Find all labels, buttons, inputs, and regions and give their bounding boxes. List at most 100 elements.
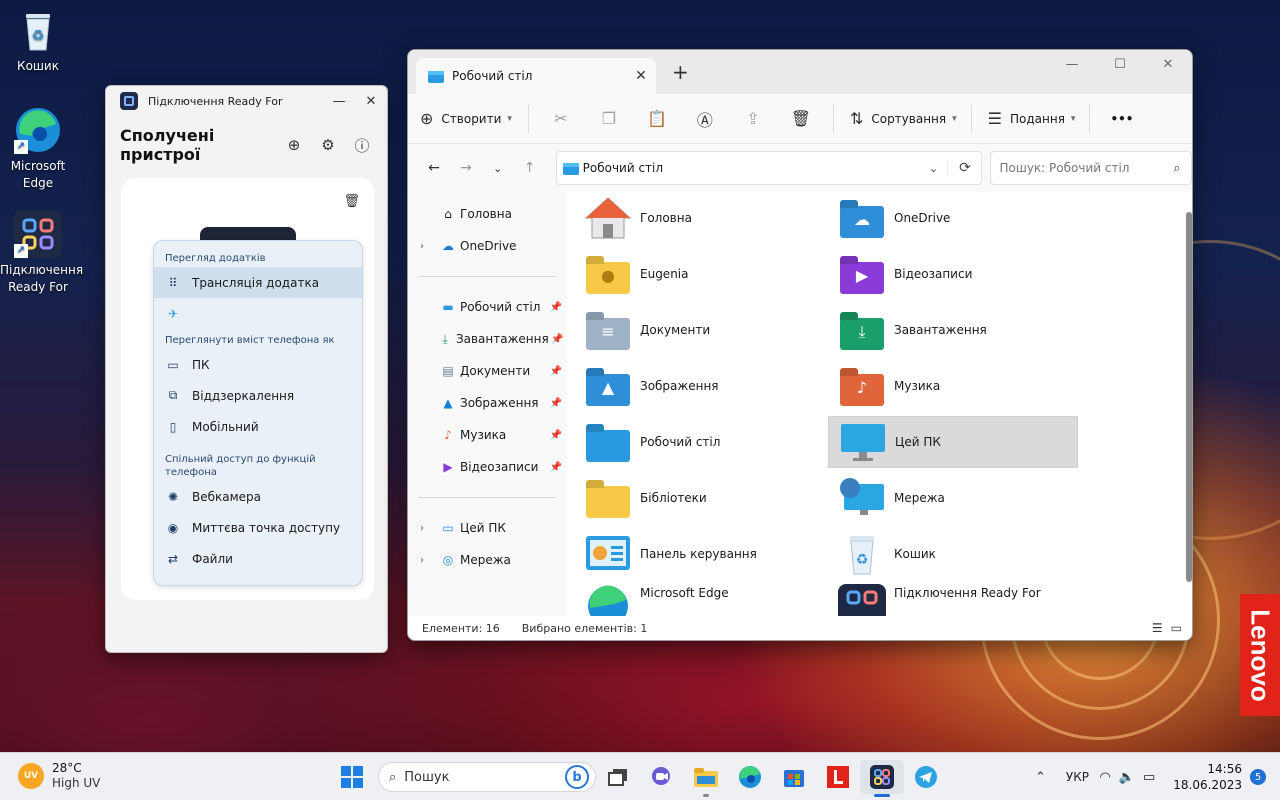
file-item-documents[interactable]: ≡ Документи: [574, 304, 824, 356]
chevron-right-icon[interactable]: ›: [420, 523, 434, 534]
chevron-down-icon[interactable]: ⌄: [919, 162, 947, 175]
search-input[interactable]: Пошук: Робочий стіл ⌕: [990, 151, 1192, 185]
quick-settings[interactable]: ◠ 🔈 ▭: [1099, 770, 1155, 785]
nav-item-onedrive[interactable]: › ☁ OneDrive: [408, 230, 566, 262]
paste-icon[interactable]: 📋: [633, 109, 681, 128]
file-item-onedrive[interactable]: ☁ OneDrive: [828, 192, 1078, 244]
pin-icon[interactable]: 📌: [546, 398, 566, 409]
start-button[interactable]: [334, 760, 370, 794]
file-item-network[interactable]: Мережа: [828, 472, 1078, 524]
pin-icon[interactable]: 📌: [546, 366, 566, 377]
trash-icon[interactable]: 🗑: [343, 194, 360, 209]
help-icon[interactable]: ⓘ: [351, 134, 373, 156]
pin-icon[interactable]: 📌: [546, 462, 566, 473]
file-item-music[interactable]: ♪ Музика: [828, 360, 1078, 412]
new-tab-icon[interactable]: +: [672, 60, 689, 84]
cut-icon[interactable]: ✂: [537, 109, 585, 128]
file-item-desktop[interactable]: Робочий стіл: [574, 416, 824, 468]
chevron-up-icon[interactable]: ⌃: [1025, 770, 1055, 785]
bing-icon[interactable]: b: [565, 765, 589, 789]
maximize-icon[interactable]: ☐: [1096, 50, 1144, 80]
menu-item-mobile[interactable]: ▯ Мобільний: [154, 411, 362, 442]
view-button[interactable]: ☰ Подання ▾: [988, 103, 1076, 135]
rename-icon[interactable]: Ⓐ: [681, 107, 729, 131]
back-arrow-icon[interactable]: ←: [418, 160, 450, 176]
more-options-button[interactable]: •••: [1110, 103, 1133, 135]
tiles-view-icon[interactable]: ▭: [1171, 621, 1182, 635]
file-item-ready-for[interactable]: Підключення Ready For: [828, 580, 1078, 618]
nav-item-pictures[interactable]: ▲ Зображення 📌: [408, 387, 566, 419]
add-device-icon[interactable]: ⊕: [283, 134, 305, 156]
menu-item-mirror[interactable]: ⧉ Віддзеркалення: [154, 380, 362, 411]
file-item-recycle-bin[interactable]: ♻ Кошик: [828, 528, 1078, 580]
language-indicator[interactable]: УКР: [1055, 770, 1099, 784]
menu-item-hotspot[interactable]: ◉ Миттєва точка доступу: [154, 512, 362, 543]
file-item-pictures[interactable]: ▲ Зображення: [574, 360, 824, 412]
tab-desktop[interactable]: Робочий стіл ✕: [416, 58, 656, 94]
minimize-icon[interactable]: —: [323, 94, 355, 109]
nav-item-documents[interactable]: ▤ Документи 📌: [408, 355, 566, 387]
telegram-taskbar-button[interactable]: [904, 760, 948, 794]
menu-item-app-streaming[interactable]: ⠿ Трансляція додатка: [154, 267, 362, 298]
file-explorer-taskbar-button[interactable]: [684, 760, 728, 797]
copy-icon[interactable]: ❐: [585, 109, 633, 128]
weather-widget[interactable]: UV 28°C High UV: [18, 761, 100, 791]
create-button[interactable]: ⊕ Створити ▾: [420, 103, 512, 135]
sort-button[interactable]: ⇅ Сортування ▾: [850, 103, 957, 135]
file-item-downloads[interactable]: ⤓ Завантаження: [828, 304, 1078, 356]
desktop-icon-ready-for[interactable]: ↗ Підключення Ready For: [0, 210, 83, 296]
delete-icon[interactable]: 🗑: [777, 109, 825, 128]
task-view-button[interactable]: [596, 760, 640, 794]
grid-icon: ⠿: [168, 275, 178, 290]
file-item-libraries[interactable]: Бібліотеки: [574, 472, 824, 524]
close-icon[interactable]: ✕: [355, 94, 387, 109]
pin-icon[interactable]: 📌: [546, 430, 566, 441]
address-bar[interactable]: Робочий стіл ⌄ ⟳: [555, 151, 983, 185]
menu-item-pc[interactable]: ▭ ПК: [154, 349, 362, 380]
nav-item-desktop[interactable]: ▬ Робочий стіл 📌: [408, 291, 566, 323]
pin-icon[interactable]: 📌: [546, 302, 566, 313]
gear-icon[interactable]: ⚙: [317, 134, 339, 156]
clock[interactable]: 14:56 18.06.2023: [1173, 761, 1242, 793]
ready-for-titlebar[interactable]: Підключення Ready For — ✕: [106, 86, 387, 116]
share-icon[interactable]: ⇪: [729, 109, 777, 128]
vertical-scrollbar[interactable]: [1186, 212, 1192, 582]
edge-icon: [584, 580, 632, 618]
close-tab-icon[interactable]: ✕: [626, 68, 656, 84]
desktop-icon-edge[interactable]: ↗ Microsoft Edge: [0, 106, 76, 192]
notification-badge[interactable]: 5: [1250, 769, 1266, 785]
file-item-edge[interactable]: Microsoft Edge: [574, 580, 824, 618]
taskbar-search[interactable]: ⌕ Пошук b: [378, 762, 596, 792]
chevron-right-icon[interactable]: ›: [420, 555, 434, 566]
nav-item-downloads[interactable]: ⤓ Завантаження 📌: [408, 323, 566, 355]
telegram-app-entry[interactable]: ✈: [154, 298, 362, 330]
file-item-this-pc[interactable]: Цей ПК: [828, 416, 1078, 468]
details-view-icon[interactable]: ☰: [1152, 621, 1163, 635]
desktop-icon-recycle-bin[interactable]: ♻ Кошик: [0, 6, 76, 75]
refresh-icon[interactable]: ⟳: [947, 160, 981, 176]
menu-item-webcam[interactable]: ✺ Вебкамера: [154, 481, 362, 512]
store-taskbar-button[interactable]: [772, 760, 816, 794]
chat-button[interactable]: [640, 760, 684, 794]
pin-icon[interactable]: 📌: [549, 334, 566, 345]
file-item-eugenia[interactable]: ● Eugenia: [574, 248, 824, 300]
nav-item-videos[interactable]: ▶ Відеозаписи 📌: [408, 451, 566, 483]
nav-item-this-pc[interactable]: › ▭ Цей ПК: [408, 512, 566, 544]
file-item-control-panel[interactable]: Панель керування: [574, 528, 824, 580]
nav-item-music[interactable]: ♪ Музика 📌: [408, 419, 566, 451]
taskbar: UV 28°C High UV ⌕ Пошук b ⌃ УКР ◠ 🔈 ▭ 14…: [0, 752, 1280, 800]
recent-chevron-down-icon[interactable]: ⌄: [482, 162, 514, 175]
up-arrow-icon[interactable]: ↑: [514, 160, 546, 176]
ready-for-taskbar-button[interactable]: [860, 760, 904, 797]
nav-item-home[interactable]: ⌂ Головна: [408, 198, 566, 230]
close-icon[interactable]: ✕: [1144, 50, 1192, 80]
forward-arrow-icon[interactable]: →: [450, 160, 482, 176]
lenovo-app-taskbar-button[interactable]: [816, 760, 860, 794]
nav-item-network[interactable]: › ◎ Мережа: [408, 544, 566, 576]
menu-item-files[interactable]: ⇄ Файли: [154, 543, 362, 574]
chevron-right-icon[interactable]: ›: [420, 241, 434, 252]
minimize-icon[interactable]: —: [1048, 50, 1096, 80]
edge-taskbar-button[interactable]: [728, 760, 772, 794]
file-item-home[interactable]: Головна: [574, 192, 824, 244]
file-item-videos[interactable]: ▶ Відеозаписи: [828, 248, 1078, 300]
